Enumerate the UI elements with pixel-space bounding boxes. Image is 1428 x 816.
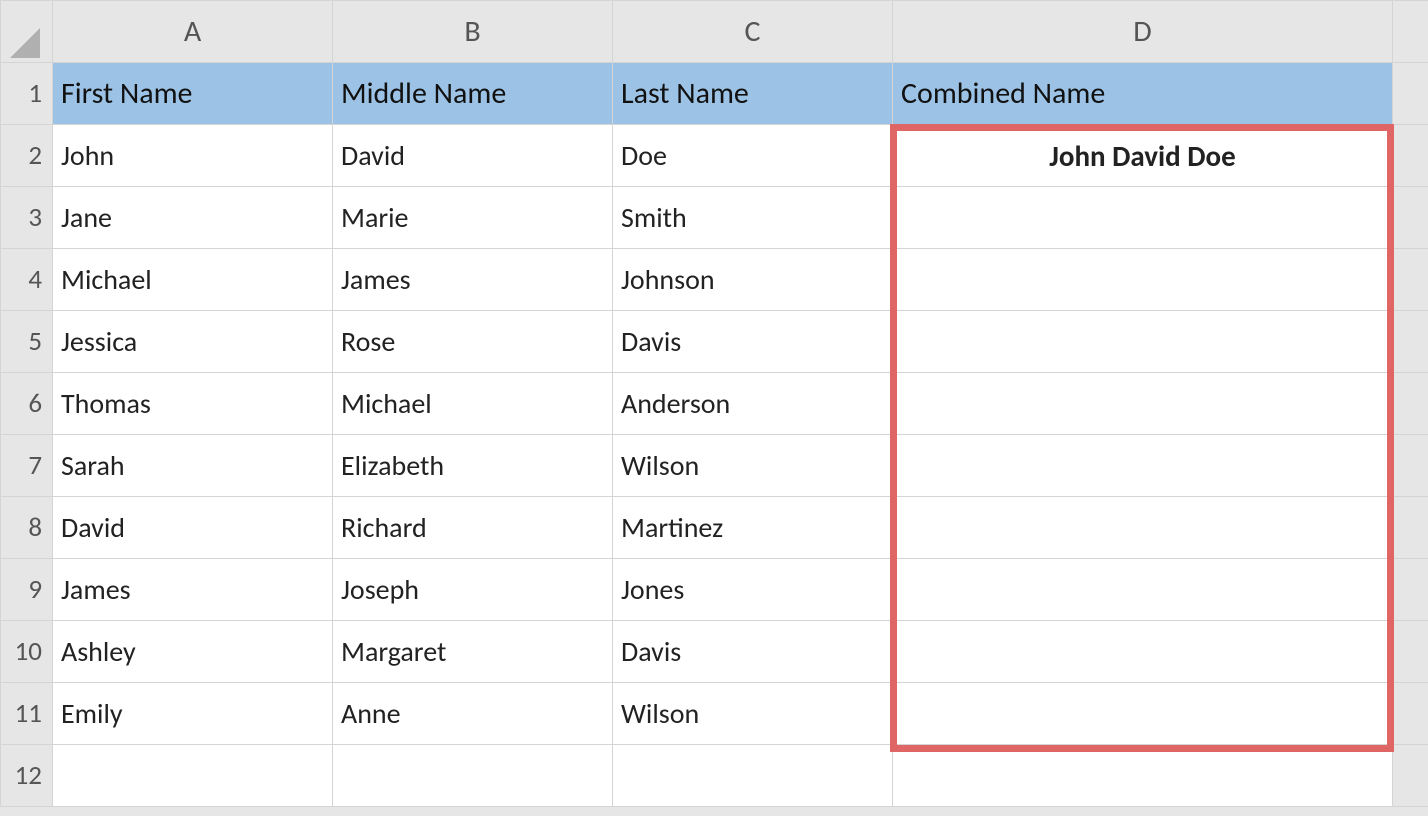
cell-C7[interactable]: Wilson [613,435,893,497]
cell-C8[interactable]: Martinez [613,497,893,559]
row-header-8[interactable]: 8 [1,497,53,559]
row-header-2[interactable]: 2 [1,125,53,187]
row-header-5[interactable]: 5 [1,311,53,373]
column-header-row: A B C D [1,1,1428,63]
table-row: 6 Thomas Michael Anderson [1,373,1428,435]
table-row: 11 Emily Anne Wilson [1,683,1428,745]
row-header-7[interactable]: 7 [1,435,53,497]
cell-A9[interactable]: James [53,559,333,621]
select-all-corner[interactable] [1,1,53,63]
cell-B11[interactable]: Anne [333,683,613,745]
cell-A10[interactable]: Ashley [53,621,333,683]
cell-extra-9 [1393,559,1428,621]
row-header-3[interactable]: 3 [1,187,53,249]
cell-A4[interactable]: Michael [53,249,333,311]
grid-table: A B C D 1 First Name Middle Name Last Na… [0,0,1428,807]
col-header-C[interactable]: C [613,1,893,63]
cell-C9[interactable]: Jones [613,559,893,621]
cell-B8[interactable]: Richard [333,497,613,559]
cell-D10[interactable] [893,621,1393,683]
row-header-11[interactable]: 11 [1,683,53,745]
cell-C12[interactable] [613,745,893,807]
cell-D3[interactable] [893,187,1393,249]
row-header-1[interactable]: 1 [1,63,53,125]
cell-A12[interactable] [53,745,333,807]
col-header-A[interactable]: A [53,1,333,63]
cell-C6[interactable]: Anderson [613,373,893,435]
table-row: 8 David Richard Martinez [1,497,1428,559]
cell-extra-5 [1393,311,1428,373]
table-row: 3 Jane Marie Smith [1,187,1428,249]
cell-C5[interactable]: Davis [613,311,893,373]
cell-B4[interactable]: James [333,249,613,311]
row-header-6[interactable]: 6 [1,373,53,435]
cell-B12[interactable] [333,745,613,807]
cell-D9[interactable] [893,559,1393,621]
cell-D8[interactable] [893,497,1393,559]
cell-B2[interactable]: David [333,125,613,187]
cell-D5[interactable] [893,311,1393,373]
cell-B7[interactable]: Elizabeth [333,435,613,497]
col-header-extra [1393,1,1428,63]
row-header-9[interactable]: 9 [1,559,53,621]
cell-D1[interactable]: Combined Name [893,63,1393,125]
cell-B3[interactable]: Marie [333,187,613,249]
cell-A3[interactable]: Jane [53,187,333,249]
cell-D11[interactable] [893,683,1393,745]
table-row: 7 Sarah Elizabeth Wilson [1,435,1428,497]
cell-extra-6 [1393,373,1428,435]
cell-A6[interactable]: Thomas [53,373,333,435]
cell-extra-8 [1393,497,1428,559]
header-row: 1 First Name Middle Name Last Name Combi… [1,63,1428,125]
row-header-10[interactable]: 10 [1,621,53,683]
cell-D2[interactable]: John David Doe [893,125,1393,187]
col-header-D[interactable]: D [893,1,1393,63]
cell-B9[interactable]: Joseph [333,559,613,621]
cell-A5[interactable]: Jessica [53,311,333,373]
cell-B6[interactable]: Michael [333,373,613,435]
table-row: 4 Michael James Johnson [1,249,1428,311]
cell-extra-2 [1393,125,1428,187]
cell-A2[interactable]: John [53,125,333,187]
cell-D4[interactable] [893,249,1393,311]
cell-A11[interactable]: Emily [53,683,333,745]
cell-extra-10 [1393,621,1428,683]
spreadsheet[interactable]: A B C D 1 First Name Middle Name Last Na… [0,0,1428,816]
table-row: 12 [1,745,1428,807]
table-row: 10 Ashley Margaret Davis [1,621,1428,683]
cell-B10[interactable]: Margaret [333,621,613,683]
cell-C4[interactable]: Johnson [613,249,893,311]
cell-A1[interactable]: First Name [53,63,333,125]
cell-extra-4 [1393,249,1428,311]
cell-B5[interactable]: Rose [333,311,613,373]
cell-B1[interactable]: Middle Name [333,63,613,125]
cell-D12[interactable] [893,745,1393,807]
cell-C2[interactable]: Doe [613,125,893,187]
cell-D6[interactable] [893,373,1393,435]
cell-extra-1 [1393,63,1428,125]
cell-C3[interactable]: Smith [613,187,893,249]
cell-C1[interactable]: Last Name [613,63,893,125]
cell-A7[interactable]: Sarah [53,435,333,497]
cell-extra-7 [1393,435,1428,497]
cell-C11[interactable]: Wilson [613,683,893,745]
row-header-12[interactable]: 12 [1,745,53,807]
cell-extra-12 [1393,745,1428,807]
col-header-B[interactable]: B [333,1,613,63]
cell-A8[interactable]: David [53,497,333,559]
cell-D7[interactable] [893,435,1393,497]
cell-extra-11 [1393,683,1428,745]
table-row: 9 James Joseph Jones [1,559,1428,621]
cell-C10[interactable]: Davis [613,621,893,683]
table-row: 5 Jessica Rose Davis [1,311,1428,373]
table-row: 2 John David Doe John David Doe [1,125,1428,187]
cell-extra-3 [1393,187,1428,249]
row-header-4[interactable]: 4 [1,249,53,311]
